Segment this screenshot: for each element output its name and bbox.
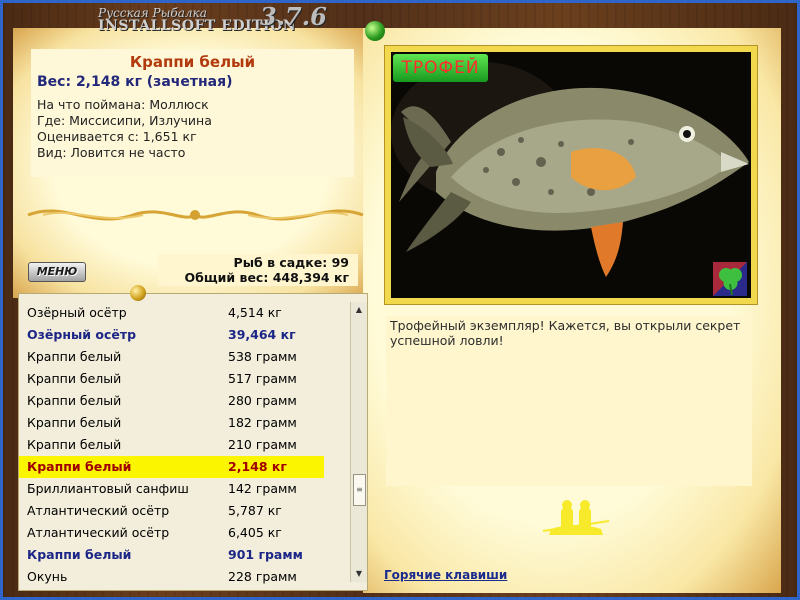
list-item-weight: 4,514 кг — [228, 305, 282, 320]
ornament-divider — [27, 209, 364, 221]
list-item-fish-name: Краппи белый — [27, 547, 132, 562]
list-item[interactable]: Окунь 228 грамм — [19, 566, 349, 588]
list-item-fish-name: Краппи белый — [27, 437, 122, 452]
list-item-weight: 210 грамм — [228, 437, 297, 452]
valued-info: Оценивается с: 1,651 кг — [37, 129, 197, 144]
gold-pin-icon — [130, 285, 146, 301]
list-item-weight: 5,787 кг — [228, 503, 282, 518]
list-item-weight: 182 грамм — [228, 415, 297, 430]
scroll-down-arrow-icon[interactable]: ▼ — [351, 566, 367, 582]
bait-info: На что поймана: Моллюск — [37, 97, 209, 112]
app-brand: Русская Рыбалка INSTALLSOFT EDITION 3.7.… — [98, 2, 327, 34]
list-item-weight: 39,464 кг — [228, 327, 296, 342]
list-item-fish-name: Краппи белый — [27, 393, 122, 408]
hotkeys-link[interactable]: Горячие клавиши — [384, 568, 507, 582]
catch-info-panel: Краппи белый Вес: 2,148 кг (зачетная) На… — [31, 49, 354, 177]
list-item[interactable]: Атлантический осётр 5,787 кг — [19, 500, 349, 522]
rarity-info: Вид: Ловится не часто — [37, 145, 186, 160]
list-item-weight: 6,405 кг — [228, 525, 282, 540]
list-item[interactable]: Краппи белый 182 грамм — [19, 412, 349, 434]
list-item-weight: 901 грамм — [228, 547, 303, 562]
scroll-up-arrow-icon[interactable]: ▲ — [351, 302, 367, 318]
trophy-badge: ТРОФЕЙ — [393, 54, 488, 82]
list-item-fish-name: Атлантический осётр — [27, 503, 170, 518]
list-item[interactable]: Краппи белый 280 грамм — [19, 390, 349, 412]
list-item-fish-name: Краппи белый — [27, 459, 132, 474]
list-item-fish-name: Краппи белый — [27, 349, 122, 364]
scroll-thumb[interactable]: ≡ — [353, 474, 366, 506]
list-item-weight: 228 грамм — [228, 569, 297, 584]
list-item[interactable]: Озёрный осётр 39,464 кг — [19, 324, 349, 346]
brand-version: 3.7.6 — [260, 2, 327, 31]
crappie-fish-icon — [391, 62, 749, 277]
fish-photo-frame: ТРОФЕЙ — [384, 45, 758, 305]
list-item-fish-name: Озёрный осётр — [27, 327, 137, 342]
list-item-weight: 517 грамм — [228, 371, 297, 386]
list-item[interactable]: Краппи белый 901 грамм — [19, 544, 349, 566]
list-item[interactable]: Краппи белый 2,148 кг — [19, 456, 324, 478]
list-item-weight: 538 грамм — [228, 349, 297, 364]
list-item-weight: 142 грамм — [228, 481, 297, 496]
fisherman-icon — [542, 500, 610, 535]
list-scrollbar[interactable]: ▲ ≡ ▼ — [350, 302, 367, 582]
list-item-fish-name: Озёрный осётр — [27, 305, 127, 320]
list-item[interactable]: Бриллиантовый санфиш 142 грамм — [19, 478, 349, 500]
list-item-weight: 280 грамм — [228, 393, 297, 408]
catch-list[interactable]: Озёрный осётр 4,514 кг Озёрный осётр 39,464… — [18, 293, 368, 591]
green-pin-icon — [365, 21, 385, 41]
clover-icon — [713, 262, 747, 296]
list-item-fish-name: Бриллиантовый санфиш — [27, 481, 189, 496]
location-info: Где: Миссисипи, Излучина — [37, 113, 212, 128]
list-item-fish-name: Краппи белый — [27, 415, 122, 430]
menu-button[interactable]: МЕНЮ — [28, 262, 86, 282]
catch-list-rows: Озёрный осётр 4,514 кг Озёрный осётр 39,464… — [19, 302, 349, 588]
list-item[interactable]: Краппи белый 538 грамм — [19, 346, 349, 368]
fish-count: Рыб в садке: 99 — [233, 255, 349, 270]
list-item-fish-name: Атлантический осётр — [27, 525, 170, 540]
fish-photo: ТРОФЕЙ — [391, 52, 751, 298]
list-item[interactable]: Краппи белый 210 грамм — [19, 434, 349, 456]
list-item[interactable]: Краппи белый 517 грамм — [19, 368, 349, 390]
description-panel: Трофейный экземпляр! Кажется, вы открыли… — [386, 316, 752, 486]
list-item[interactable]: Атлантический осётр 6,405 кг — [19, 522, 349, 544]
total-weight: Общий вес: 448,394 кг — [184, 270, 350, 285]
list-item-weight: 2,148 кг — [228, 459, 287, 474]
list-item-fish-name: Окунь — [27, 569, 68, 584]
list-item[interactable]: Озёрный осётр 4,514 кг — [19, 302, 349, 324]
fish-name: Краппи белый — [129, 53, 256, 71]
app-window: Русская Рыбалка INSTALLSOFT EDITION 3.7.… — [0, 0, 800, 600]
fish-weight: Вес: 2,148 кг (зачетная) — [37, 74, 233, 90]
catch-summary: Рыб в садке: 99 Общий вес: 448,394 кг — [185, 255, 350, 285]
catch-description: Трофейный экземпляр! Кажется, вы открыли… — [390, 318, 741, 348]
list-item-fish-name: Краппи белый — [27, 371, 122, 386]
